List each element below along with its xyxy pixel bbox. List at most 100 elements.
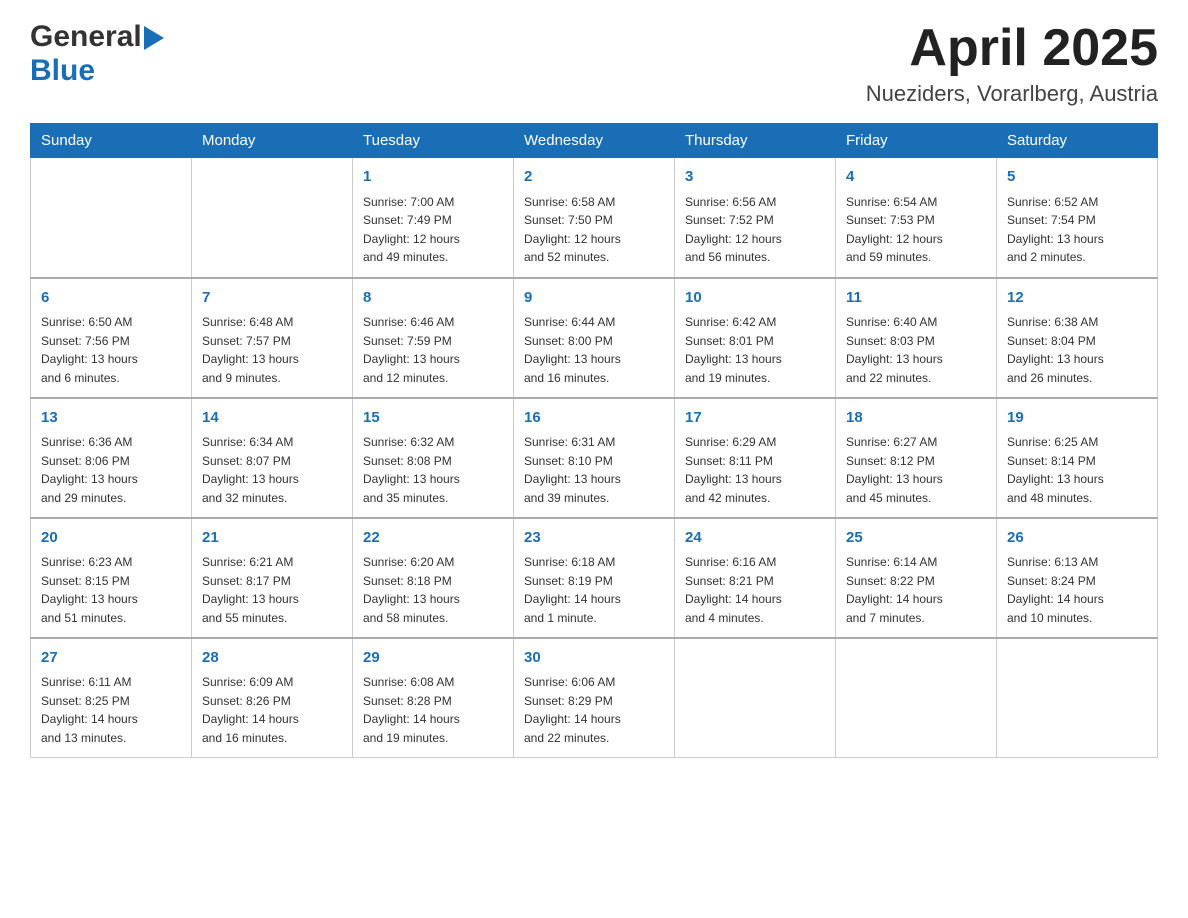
calendar-header-wednesday: Wednesday bbox=[514, 124, 675, 158]
location-title: Nueziders, Vorarlberg, Austria bbox=[866, 81, 1158, 107]
calendar-cell: 13 Sunrise: 6:36 AM Sunset: 8:06 PM Dayli… bbox=[31, 398, 192, 518]
calendar-header-sunday: Sunday bbox=[31, 124, 192, 158]
calendar-cell bbox=[192, 158, 353, 278]
calendar-cell: 28 Sunrise: 6:09 AM Sunset: 8:26 PM Dayli… bbox=[192, 638, 353, 758]
calendar-cell: 22 Sunrise: 6:20 AM Sunset: 8:18 PM Dayli… bbox=[353, 518, 514, 638]
calendar-cell: 7 Sunrise: 6:48 AM Sunset: 7:57 PM Daylig… bbox=[192, 278, 353, 398]
day-number: 28 bbox=[202, 647, 342, 670]
calendar-week-row: 1Sunrise: 7:00 AM Sunset: 7:49 PM Daylig… bbox=[31, 158, 1158, 278]
calendar-cell: 19 Sunrise: 6:25 AM Sunset: 8:14 PM Dayli… bbox=[997, 398, 1158, 518]
logo-blue-text: Blue bbox=[30, 54, 95, 87]
day-info: Sunrise: 6:08 AM Sunset: 8:28 PM Dayligh… bbox=[363, 673, 503, 747]
calendar-week-row: 27Sunrise: 6:11 AM Sunset: 8:25 PM Dayli… bbox=[31, 638, 1158, 758]
calendar-header-tuesday: Tuesday bbox=[353, 124, 514, 158]
calendar-cell: 30Sunrise: 6:06 AM Sunset: 8:29 PM Dayli… bbox=[514, 638, 675, 758]
day-info: Sunrise: 6:25 AM Sunset: 8:14 PM Dayligh… bbox=[1007, 433, 1147, 507]
day-info: Sunrise: 6:31 AM Sunset: 8:10 PM Dayligh… bbox=[524, 433, 664, 507]
calendar-cell: 14 Sunrise: 6:34 AM Sunset: 8:07 PM Dayli… bbox=[192, 398, 353, 518]
calendar-header-row: SundayMondayTuesdayWednesdayThursdayFrid… bbox=[31, 124, 1158, 158]
day-info: Sunrise: 6:09 AM Sunset: 8:26 PM Dayligh… bbox=[202, 673, 342, 747]
calendar-header-saturday: Saturday bbox=[997, 124, 1158, 158]
calendar-header-friday: Friday bbox=[836, 124, 997, 158]
day-number: 14 bbox=[202, 407, 342, 430]
day-info: Sunrise: 6:32 AM Sunset: 8:08 PM Dayligh… bbox=[363, 433, 503, 507]
calendar-cell: 6 Sunrise: 6:50 AM Sunset: 7:56 PM Daylig… bbox=[31, 278, 192, 398]
month-title: April 2025 bbox=[866, 20, 1158, 77]
page-header: General Blue April 2025 Nueziders, Vorar… bbox=[30, 20, 1158, 107]
calendar-cell: 18Sunrise: 6:27 AM Sunset: 8:12 PM Dayli… bbox=[836, 398, 997, 518]
day-number: 25 bbox=[846, 527, 986, 550]
day-number: 30 bbox=[524, 647, 664, 670]
calendar-cell: 16Sunrise: 6:31 AM Sunset: 8:10 PM Dayli… bbox=[514, 398, 675, 518]
day-info: Sunrise: 6:34 AM Sunset: 8:07 PM Dayligh… bbox=[202, 433, 342, 507]
day-info: Sunrise: 6:20 AM Sunset: 8:18 PM Dayligh… bbox=[363, 553, 503, 627]
calendar-header-thursday: Thursday bbox=[675, 124, 836, 158]
day-number: 12 bbox=[1007, 287, 1147, 310]
day-number: 3 bbox=[685, 166, 825, 189]
day-number: 8 bbox=[363, 287, 503, 310]
day-number: 5 bbox=[1007, 166, 1147, 189]
calendar-cell bbox=[675, 638, 836, 758]
day-info: Sunrise: 6:11 AM Sunset: 8:25 PM Dayligh… bbox=[41, 673, 181, 747]
day-info: Sunrise: 6:14 AM Sunset: 8:22 PM Dayligh… bbox=[846, 553, 986, 627]
calendar-cell: 17Sunrise: 6:29 AM Sunset: 8:11 PM Dayli… bbox=[675, 398, 836, 518]
calendar-cell bbox=[31, 158, 192, 278]
day-info: Sunrise: 6:42 AM Sunset: 8:01 PM Dayligh… bbox=[685, 313, 825, 387]
day-info: Sunrise: 6:46 AM Sunset: 7:59 PM Dayligh… bbox=[363, 313, 503, 387]
calendar-cell: 3Sunrise: 6:56 AM Sunset: 7:52 PM Daylig… bbox=[675, 158, 836, 278]
day-number: 13 bbox=[41, 407, 181, 430]
calendar-cell bbox=[836, 638, 997, 758]
day-info: Sunrise: 6:52 AM Sunset: 7:54 PM Dayligh… bbox=[1007, 193, 1147, 267]
day-info: Sunrise: 6:48 AM Sunset: 7:57 PM Dayligh… bbox=[202, 313, 342, 387]
day-number: 10 bbox=[685, 287, 825, 310]
title-section: April 2025 Nueziders, Vorarlberg, Austri… bbox=[866, 20, 1158, 107]
day-number: 29 bbox=[363, 647, 503, 670]
logo: General Blue bbox=[30, 20, 164, 88]
calendar-week-row: 13 Sunrise: 6:36 AM Sunset: 8:06 PM Dayli… bbox=[31, 398, 1158, 518]
day-info: Sunrise: 6:36 AM Sunset: 8:06 PM Dayligh… bbox=[41, 433, 181, 507]
day-number: 9 bbox=[524, 287, 664, 310]
calendar-cell: 4Sunrise: 6:54 AM Sunset: 7:53 PM Daylig… bbox=[836, 158, 997, 278]
calendar-cell: 15Sunrise: 6:32 AM Sunset: 8:08 PM Dayli… bbox=[353, 398, 514, 518]
day-info: Sunrise: 6:23 AM Sunset: 8:15 PM Dayligh… bbox=[41, 553, 181, 627]
day-number: 19 bbox=[1007, 407, 1147, 430]
day-info: Sunrise: 6:44 AM Sunset: 8:00 PM Dayligh… bbox=[524, 313, 664, 387]
day-info: Sunrise: 6:38 AM Sunset: 8:04 PM Dayligh… bbox=[1007, 313, 1147, 387]
calendar-cell: 12 Sunrise: 6:38 AM Sunset: 8:04 PM Dayli… bbox=[997, 278, 1158, 398]
day-info: Sunrise: 6:21 AM Sunset: 8:17 PM Dayligh… bbox=[202, 553, 342, 627]
day-number: 21 bbox=[202, 527, 342, 550]
day-number: 6 bbox=[41, 287, 181, 310]
calendar-cell: 25 Sunrise: 6:14 AM Sunset: 8:22 PM Dayli… bbox=[836, 518, 997, 638]
day-number: 4 bbox=[846, 166, 986, 189]
calendar-cell: 2 Sunrise: 6:58 AM Sunset: 7:50 PM Daylig… bbox=[514, 158, 675, 278]
day-info: Sunrise: 6:50 AM Sunset: 7:56 PM Dayligh… bbox=[41, 313, 181, 387]
day-number: 11 bbox=[846, 287, 986, 310]
calendar-cell: 29 Sunrise: 6:08 AM Sunset: 8:28 PM Dayli… bbox=[353, 638, 514, 758]
day-number: 7 bbox=[202, 287, 342, 310]
calendar-cell: 5 Sunrise: 6:52 AM Sunset: 7:54 PM Daylig… bbox=[997, 158, 1158, 278]
calendar-cell: 1Sunrise: 7:00 AM Sunset: 7:49 PM Daylig… bbox=[353, 158, 514, 278]
day-number: 26 bbox=[1007, 527, 1147, 550]
day-number: 2 bbox=[524, 166, 664, 189]
calendar-cell: 9 Sunrise: 6:44 AM Sunset: 8:00 PM Daylig… bbox=[514, 278, 675, 398]
calendar-week-row: 6 Sunrise: 6:50 AM Sunset: 7:56 PM Daylig… bbox=[31, 278, 1158, 398]
day-info: Sunrise: 6:16 AM Sunset: 8:21 PM Dayligh… bbox=[685, 553, 825, 627]
logo-general-text: General bbox=[30, 20, 142, 54]
calendar-cell: 27Sunrise: 6:11 AM Sunset: 8:25 PM Dayli… bbox=[31, 638, 192, 758]
logo-arrow-icon bbox=[144, 26, 164, 50]
day-info: Sunrise: 6:18 AM Sunset: 8:19 PM Dayligh… bbox=[524, 553, 664, 627]
day-info: Sunrise: 6:58 AM Sunset: 7:50 PM Dayligh… bbox=[524, 193, 664, 267]
day-info: Sunrise: 6:40 AM Sunset: 8:03 PM Dayligh… bbox=[846, 313, 986, 387]
calendar-cell: 8 Sunrise: 6:46 AM Sunset: 7:59 PM Daylig… bbox=[353, 278, 514, 398]
calendar-header-monday: Monday bbox=[192, 124, 353, 158]
day-number: 24 bbox=[685, 527, 825, 550]
day-info: Sunrise: 7:00 AM Sunset: 7:49 PM Dayligh… bbox=[363, 193, 503, 267]
day-info: Sunrise: 6:13 AM Sunset: 8:24 PM Dayligh… bbox=[1007, 553, 1147, 627]
calendar-cell: 26 Sunrise: 6:13 AM Sunset: 8:24 PM Dayli… bbox=[997, 518, 1158, 638]
calendar-cell: 21 Sunrise: 6:21 AM Sunset: 8:17 PM Dayli… bbox=[192, 518, 353, 638]
day-number: 22 bbox=[363, 527, 503, 550]
calendar-cell bbox=[997, 638, 1158, 758]
calendar-week-row: 20Sunrise: 6:23 AM Sunset: 8:15 PM Dayli… bbox=[31, 518, 1158, 638]
calendar-table: SundayMondayTuesdayWednesdayThursdayFrid… bbox=[30, 123, 1158, 758]
calendar-cell: 23Sunrise: 6:18 AM Sunset: 8:19 PM Dayli… bbox=[514, 518, 675, 638]
